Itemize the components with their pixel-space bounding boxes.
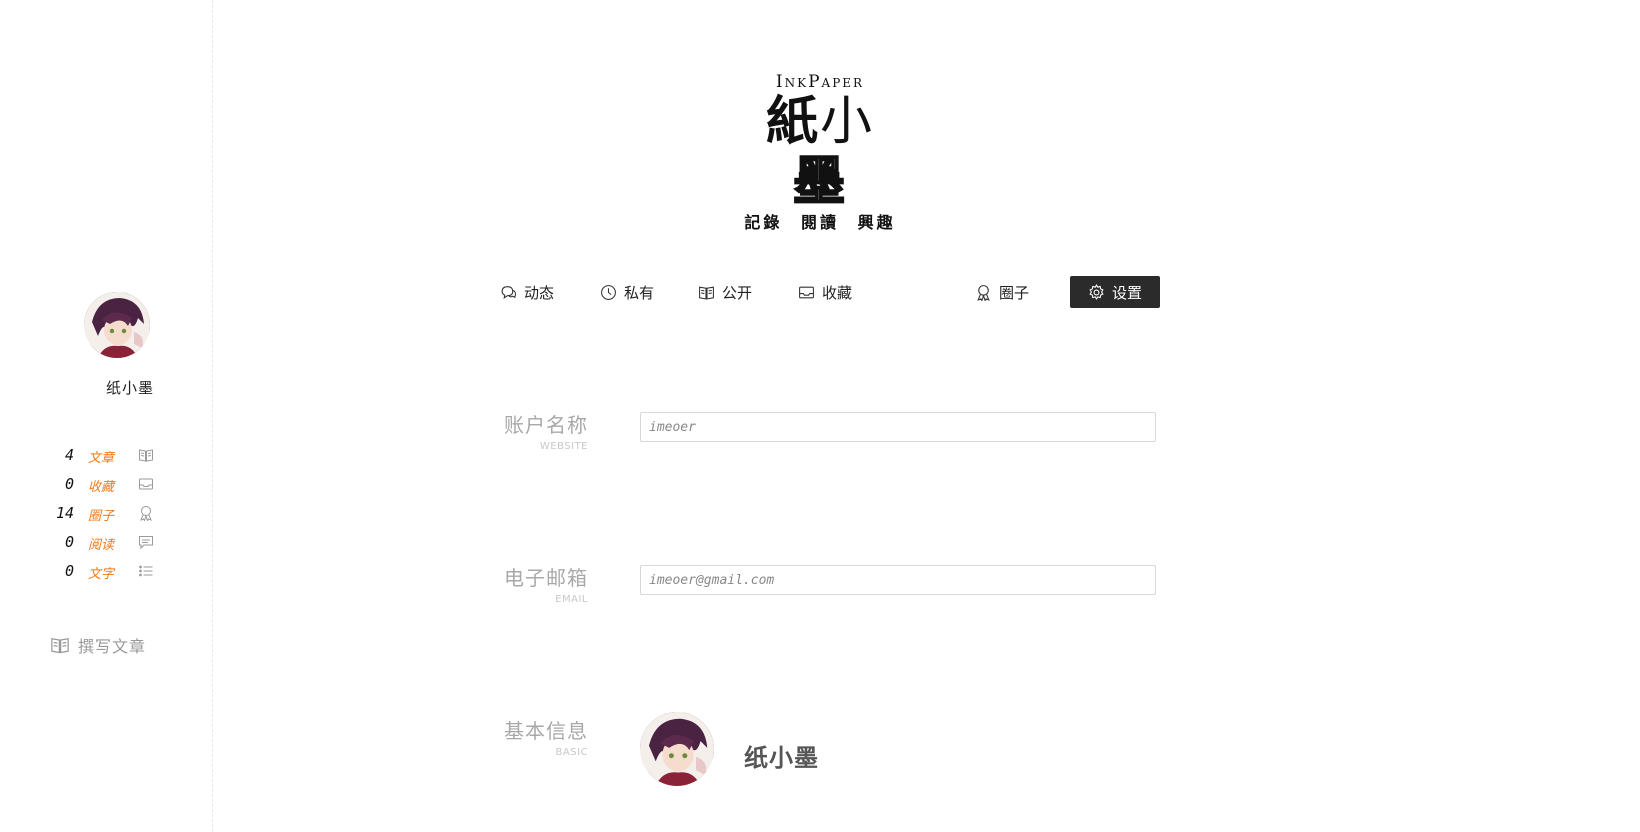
nav-label: 圈子	[999, 283, 1030, 302]
nav-label: 动态	[524, 283, 555, 302]
logo-char: 墨	[792, 151, 847, 213]
logo-english: InkPaper	[775, 72, 865, 92]
comment-icon	[138, 534, 154, 550]
stat-label: 文字	[88, 567, 115, 582]
account-label-en: WEBSITE	[539, 441, 588, 452]
stat-count: 0	[64, 533, 74, 551]
logo-chinese: 紙小墨	[740, 91, 900, 213]
basic-label-en: BASIC	[555, 747, 588, 758]
stat-row-articles[interactable]: 4 文章	[40, 446, 160, 475]
stat-count: 14	[55, 504, 74, 522]
nav-item-settings[interactable]: 设置	[1070, 276, 1160, 308]
gear-icon	[1089, 283, 1104, 300]
award-icon	[977, 284, 990, 301]
book-icon	[138, 447, 154, 463]
list-icon	[138, 563, 154, 579]
nav-label: 公开	[722, 283, 753, 302]
stat-row-favorites[interactable]: 0 收藏	[40, 475, 160, 504]
account-name-input[interactable]	[640, 412, 1156, 442]
email-input[interactable]	[640, 565, 1156, 595]
main-nav: 动态 私有 公开 收藏 圈子 设置	[500, 276, 1160, 308]
stat-row-words[interactable]: 0 文字	[40, 562, 160, 591]
award-icon	[138, 505, 154, 521]
email-label-cn: 电子邮箱	[504, 566, 588, 590]
account-label: 账户名称 WEBSITE	[500, 412, 588, 454]
stat-count: 4	[64, 446, 74, 464]
profile-name: 纸小墨	[744, 744, 819, 772]
nav-item-public[interactable]: 公开	[698, 276, 752, 308]
nav-label: 私有	[624, 283, 655, 302]
nav-item-circles[interactable]: 圈子	[975, 276, 1029, 308]
inbox-icon	[138, 476, 154, 492]
logo-char: 小	[820, 92, 875, 152]
profile-avatar[interactable]	[640, 712, 714, 786]
nav-item-private[interactable]: 私有	[600, 276, 654, 308]
basic-label-cn: 基本信息	[504, 719, 588, 743]
stat-label: 阅读	[88, 538, 115, 553]
nav-item-feed[interactable]: 动态	[500, 276, 554, 308]
account-label-cn: 账户名称	[504, 413, 588, 437]
clock-icon	[601, 284, 616, 300]
stat-row-reading[interactable]: 0 阅读	[40, 533, 160, 562]
email-label: 电子邮箱 EMAIL	[500, 565, 588, 607]
inbox-icon	[799, 286, 814, 298]
stat-count: 0	[64, 475, 74, 493]
email-label-en: EMAIL	[555, 594, 588, 605]
logo-char: 紙	[765, 91, 820, 152]
logo-subtitle: 記錄 閱讀 興趣	[744, 213, 896, 232]
write-article-label: 撰写文章	[78, 637, 147, 656]
stat-label: 文章	[88, 451, 115, 466]
sidebar-username: 纸小墨	[105, 379, 154, 397]
basic-label: 基本信息 BASIC	[500, 718, 588, 760]
stat-row-circles[interactable]: 14 圈子	[40, 504, 160, 533]
user-avatar[interactable]	[84, 292, 150, 358]
site-logo[interactable]: InkPaper 紙小墨 記錄 閱讀 興趣	[740, 72, 900, 234]
stats-list: 4 文章 0 收藏 14 圈子 0 阅读 0 文字	[40, 446, 160, 591]
write-article-button[interactable]: 撰写文章	[50, 633, 146, 657]
nav-label: 设置	[1112, 283, 1143, 302]
book-icon	[699, 286, 714, 300]
chat-icon	[501, 285, 517, 299]
stat-label: 圈子	[88, 509, 115, 524]
nav-label: 收藏	[822, 283, 853, 302]
stat-label: 收藏	[88, 480, 115, 495]
book-icon	[51, 638, 69, 654]
stat-count: 0	[64, 562, 74, 580]
nav-item-favorites[interactable]: 收藏	[798, 276, 852, 308]
sidebar: 纸小墨 4 文章 0 收藏 14 圈子 0 阅读 0 文字 撰写文章	[0, 0, 213, 832]
